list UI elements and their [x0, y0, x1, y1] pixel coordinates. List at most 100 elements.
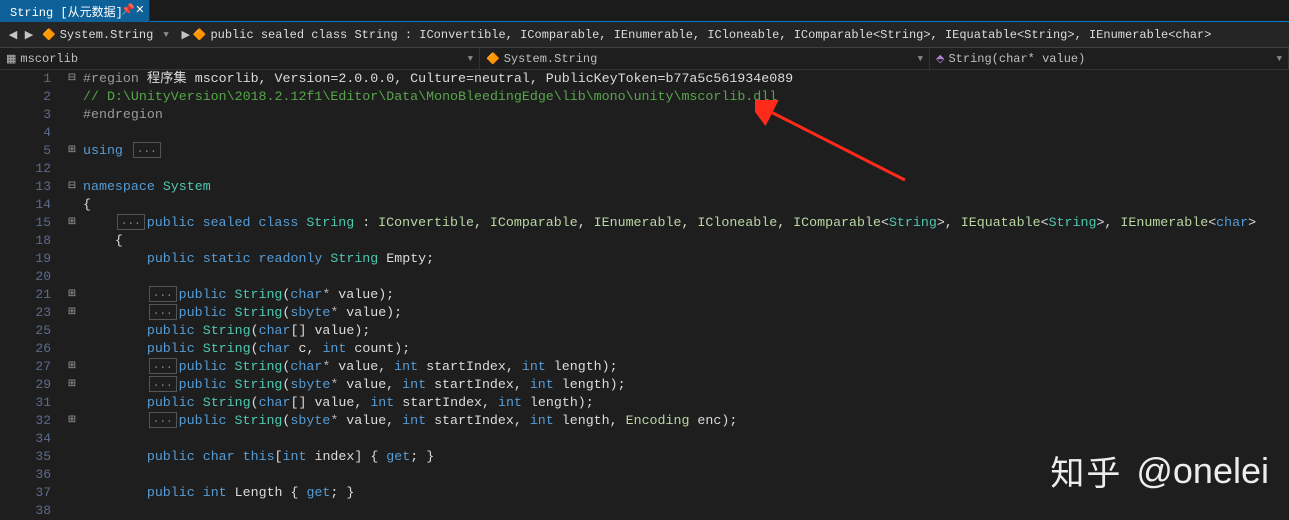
line-number: 25: [0, 322, 51, 340]
nav-signature[interactable]: public sealed class String : IConvertibl…: [210, 28, 1211, 42]
code-line: {: [83, 196, 1289, 214]
line-number: 5: [0, 142, 51, 160]
code-line: public static readonly String Empty;: [83, 250, 1289, 268]
watermark-handle: @onelei: [1136, 450, 1269, 492]
crumb-member-label: String(char* value): [948, 52, 1085, 66]
fold-toggle[interactable]: ⊟: [65, 178, 79, 196]
collapsed-region[interactable]: ...: [149, 358, 177, 374]
fold-toggle: [65, 124, 79, 142]
class-icon: 🔶: [486, 52, 500, 66]
tab-title: String [从元数据]: [10, 3, 123, 20]
line-number: 27: [0, 358, 51, 376]
code-line: [83, 124, 1289, 142]
fold-toggle[interactable]: ⊞: [65, 376, 79, 394]
line-number: 2: [0, 88, 51, 106]
collapsed-region[interactable]: ...: [133, 142, 161, 158]
fold-column: ⊟⊞⊟⊞⊞⊞⊞⊞⊞: [65, 70, 79, 513]
line-number: 37: [0, 484, 51, 502]
fold-toggle: [65, 430, 79, 448]
assembly-icon: ▦: [6, 52, 16, 66]
class-icon: 🔶: [42, 28, 56, 42]
line-number: 21: [0, 286, 51, 304]
chevron-down-icon[interactable]: ▼: [918, 54, 923, 64]
code-line: ...public String(char* value);: [83, 286, 1289, 304]
line-number: 19: [0, 250, 51, 268]
fold-toggle: [65, 340, 79, 358]
collapsed-region[interactable]: ...: [117, 214, 145, 230]
member-crumb-bar: ▦ mscorlib ▼ 🔶 System.String ▼ ⬘ String(…: [0, 48, 1289, 70]
code-line: public String(char c, int count);: [83, 340, 1289, 358]
fold-toggle[interactable]: ⊞: [65, 358, 79, 376]
collapsed-region[interactable]: ...: [149, 376, 177, 392]
collapsed-region[interactable]: ...: [149, 304, 177, 320]
close-icon[interactable]: ✕: [133, 3, 147, 17]
fold-toggle[interactable]: ⊟: [65, 70, 79, 88]
code-line: [83, 268, 1289, 286]
fold-toggle: [65, 448, 79, 466]
code-line: #endregion: [83, 106, 1289, 124]
code-line: ...public String(sbyte* value, int start…: [83, 412, 1289, 430]
nav-forward2-icon[interactable]: ▶: [179, 28, 193, 42]
tab-bar: String [从元数据] 📌 ✕: [0, 0, 1289, 22]
code-line: #region 程序集 mscorlib, Version=2.0.0.0, C…: [83, 70, 1289, 88]
collapsed-region[interactable]: ...: [149, 412, 177, 428]
nav-scope[interactable]: System.String: [60, 28, 154, 42]
line-number: 20: [0, 268, 51, 286]
navigation-bar: ◀ ▶ 🔶 System.String ▼ ▶ 🔶 public sealed …: [0, 22, 1289, 48]
fold-toggle: [65, 502, 79, 520]
line-number: 12: [0, 160, 51, 178]
line-number: 36: [0, 466, 51, 484]
fold-toggle[interactable]: ⊞: [65, 142, 79, 160]
code-line: public String(char[] value, int startInd…: [83, 394, 1289, 412]
fold-toggle: [65, 232, 79, 250]
line-number-gutter: 1234512131415181920212325262729313234353…: [0, 70, 65, 513]
line-number: 29: [0, 376, 51, 394]
fold-toggle: [65, 106, 79, 124]
fold-toggle: [65, 394, 79, 412]
code-line: ...public String(sbyte* value);: [83, 304, 1289, 322]
line-number: 32: [0, 412, 51, 430]
crumb-type-label: System.String: [504, 52, 598, 66]
chevron-down-icon[interactable]: ▼: [163, 30, 168, 40]
code-line: [83, 160, 1289, 178]
class-icon: 🔶: [193, 28, 207, 42]
fold-toggle: [65, 88, 79, 106]
crumb-assembly-label: mscorlib: [20, 52, 78, 66]
code-line: // D:\UnityVersion\2018.2.12f1\Editor\Da…: [83, 88, 1289, 106]
chevron-down-icon[interactable]: ▼: [468, 54, 473, 64]
fold-toggle[interactable]: ⊞: [65, 214, 79, 232]
tab-string-metadata[interactable]: String [从元数据] 📌 ✕: [0, 0, 150, 22]
line-number: 3: [0, 106, 51, 124]
line-number: 38: [0, 502, 51, 520]
fold-toggle[interactable]: ⊞: [65, 286, 79, 304]
code-line: using ...: [83, 142, 1289, 160]
zhihu-logo: 知乎: [1050, 446, 1122, 495]
line-number: 35: [0, 448, 51, 466]
line-number: 14: [0, 196, 51, 214]
crumb-member[interactable]: ⬘ String(char* value) ▼: [930, 48, 1289, 69]
line-number: 4: [0, 124, 51, 142]
collapsed-region[interactable]: ...: [149, 286, 177, 302]
code-line: ...public String(char* value, int startI…: [83, 358, 1289, 376]
fold-toggle: [65, 466, 79, 484]
watermark: 知乎 @onelei: [1050, 446, 1269, 495]
fold-toggle: [65, 250, 79, 268]
chevron-down-icon[interactable]: ▼: [1277, 54, 1282, 64]
nav-history: ◀ ▶: [6, 28, 36, 42]
line-number: 1: [0, 70, 51, 88]
fold-toggle[interactable]: ⊞: [65, 412, 79, 430]
line-number: 26: [0, 340, 51, 358]
code-line: namespace System: [83, 178, 1289, 196]
crumb-type[interactable]: 🔶 System.String ▼: [480, 48, 930, 69]
fold-toggle: [65, 484, 79, 502]
nav-back-icon[interactable]: ◀: [6, 28, 20, 42]
method-icon: ⬘: [936, 52, 944, 66]
line-number: 15: [0, 214, 51, 232]
code-line: [83, 502, 1289, 520]
fold-toggle[interactable]: ⊞: [65, 304, 79, 322]
fold-toggle: [65, 268, 79, 286]
code-line: ...public sealed class String : IConvert…: [83, 214, 1289, 232]
line-number: 31: [0, 394, 51, 412]
nav-forward-icon[interactable]: ▶: [22, 28, 36, 42]
crumb-assembly[interactable]: ▦ mscorlib ▼: [0, 48, 480, 69]
